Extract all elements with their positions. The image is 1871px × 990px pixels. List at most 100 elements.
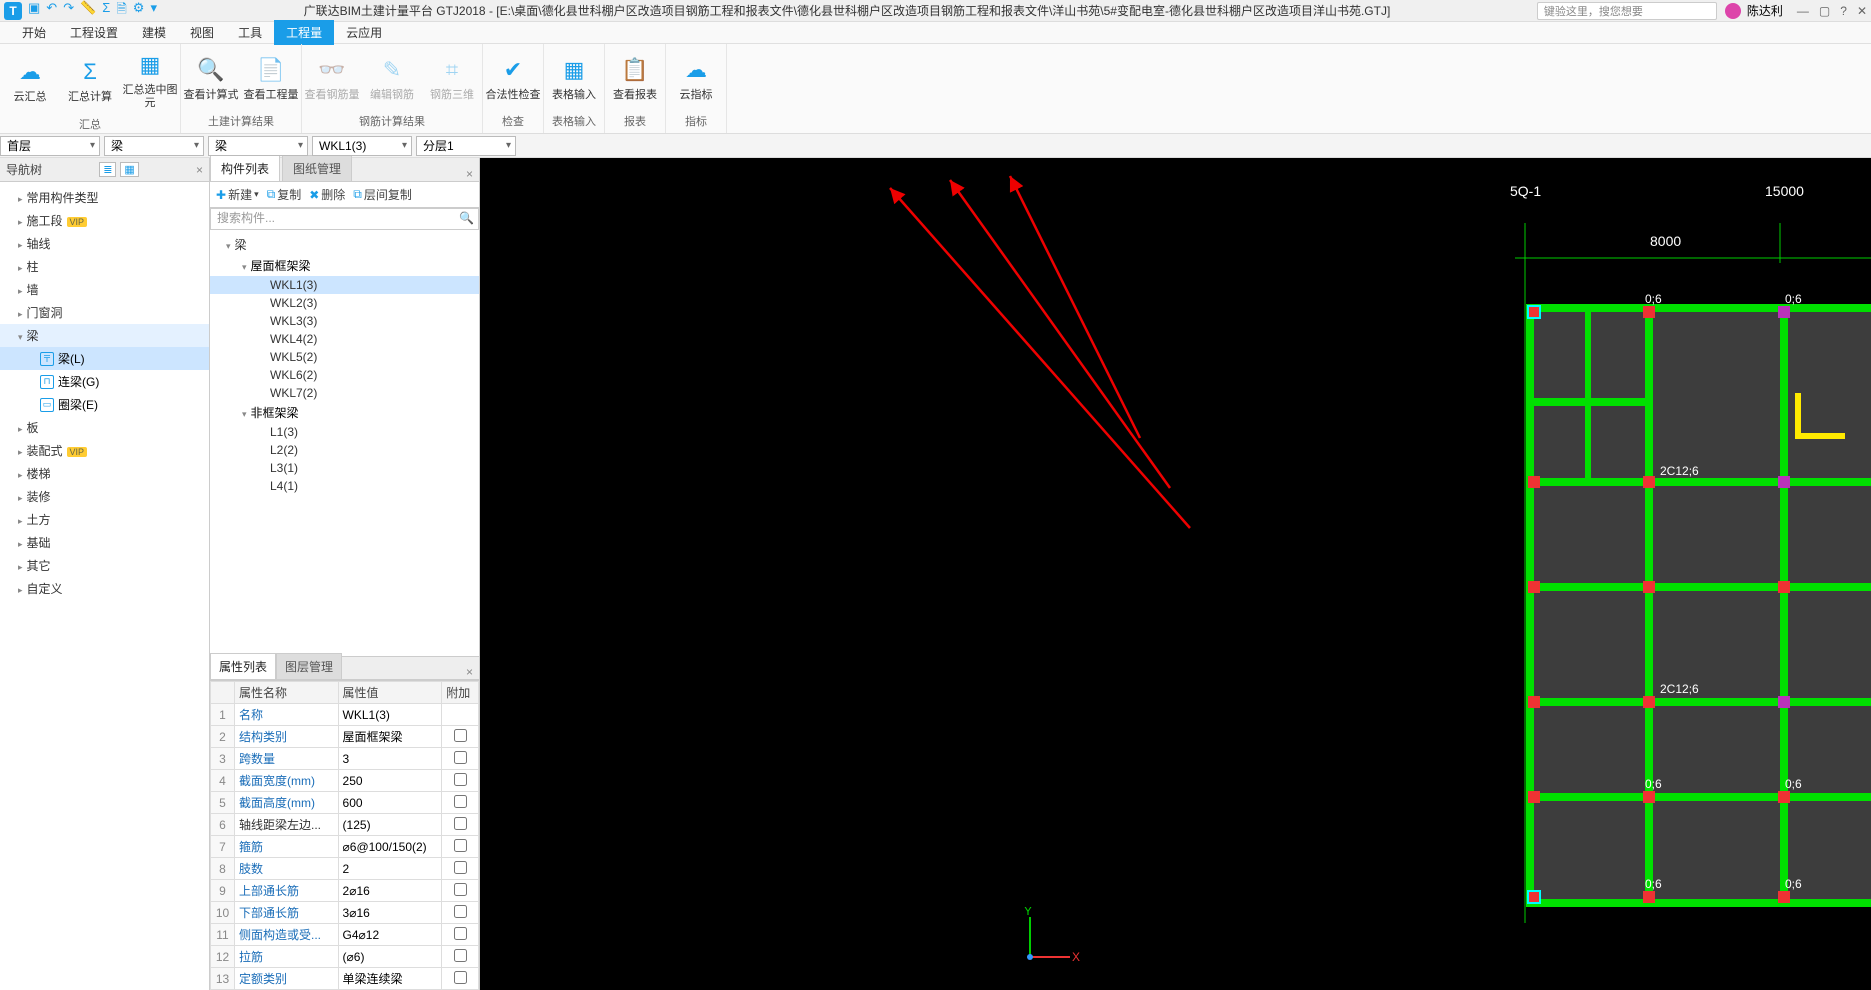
category-select[interactable]: 梁 (104, 136, 204, 156)
ribbon-btn-查看报表[interactable]: 📋查看报表 (605, 49, 665, 106)
menu-工具[interactable]: 工具 (226, 20, 274, 45)
prop-value[interactable]: (125) (338, 814, 442, 836)
tree-item-WKL2(3)[interactable]: WKL2(3) (210, 294, 479, 312)
nav-cat-板[interactable]: 板 (0, 416, 209, 439)
ribbon-btn-合法性检查[interactable]: ✔合法性检查 (483, 49, 543, 106)
avatar[interactable] (1725, 3, 1741, 19)
prop-row[interactable]: 12拉筋(⌀6) (211, 946, 479, 968)
nav-cat-自定义[interactable]: 自定义 (0, 577, 209, 600)
ribbon-btn-表格输入[interactable]: ▦表格输入 (544, 49, 604, 106)
prop-row[interactable]: 4截面宽度(mm)250 (211, 770, 479, 792)
nav-item-梁(L)[interactable]: 〒梁(L) (0, 347, 209, 370)
quick-doc-icon[interactable]: 🗎 (116, 0, 126, 22)
toolbar-删除[interactable]: ✖删除 (309, 186, 345, 203)
nav-cat-施工段[interactable]: 施工段VIP (0, 209, 209, 232)
tab-component-list[interactable]: 构件列表 (210, 155, 280, 181)
quick-redo-icon[interactable]: ↷ (63, 0, 74, 22)
menu-工程量[interactable]: 工程量 (274, 20, 334, 45)
tree-group-非框架梁[interactable]: 非框架梁 (210, 402, 479, 423)
prop-extra-checkbox[interactable] (442, 748, 479, 770)
quick-settings-icon[interactable]: ⚙ (133, 0, 145, 22)
prop-extra-checkbox[interactable] (442, 902, 479, 924)
prop-extra-checkbox[interactable] (442, 770, 479, 792)
quick-save-icon[interactable]: ▣ (28, 0, 40, 22)
ribbon-btn-云汇总[interactable]: ☁云汇总 (0, 51, 60, 108)
tree-item-WKL4(2)[interactable]: WKL4(2) (210, 330, 479, 348)
nav-cat-楼梯[interactable]: 楼梯 (0, 462, 209, 485)
nav-cat-墙[interactable]: 墙 (0, 278, 209, 301)
prop-value[interactable]: 2⌀16 (338, 880, 442, 902)
nav-cat-常用构件类型[interactable]: 常用构件类型 (0, 186, 209, 209)
nav-cat-装配式[interactable]: 装配式VIP (0, 439, 209, 462)
close-icon[interactable]: ✕ (1857, 4, 1867, 18)
tree-item-WKL1(3)[interactable]: WKL1(3) (210, 276, 479, 294)
prop-extra-checkbox[interactable] (442, 858, 479, 880)
tree-item-WKL3(3)[interactable]: WKL3(3) (210, 312, 479, 330)
layer-select[interactable]: 分层1 (416, 136, 516, 156)
component-panel-close-icon[interactable]: × (460, 167, 479, 181)
tab-layer-mgmt[interactable]: 图层管理 (276, 653, 342, 679)
prop-value[interactable]: WKL1(3) (338, 704, 442, 726)
tree-item-WKL6(2)[interactable]: WKL6(2) (210, 366, 479, 384)
tree-item-L3(1)[interactable]: L3(1) (210, 459, 479, 477)
tree-item-WKL7(2)[interactable]: WKL7(2) (210, 384, 479, 402)
subcategory-select[interactable]: 梁 (208, 136, 308, 156)
menu-建模[interactable]: 建模 (130, 20, 178, 45)
prop-extra-checkbox[interactable] (442, 836, 479, 858)
help-icon[interactable]: ? (1840, 4, 1847, 18)
prop-extra-checkbox[interactable] (442, 968, 479, 990)
prop-value[interactable]: ⌀6@100/150(2) (338, 836, 442, 858)
prop-value[interactable]: (⌀6) (338, 946, 442, 968)
nav-cat-基础[interactable]: 基础 (0, 531, 209, 554)
tab-drawing-mgmt[interactable]: 图纸管理 (282, 155, 352, 181)
menu-工程设置[interactable]: 工程设置 (58, 20, 130, 45)
toolbar-复制[interactable]: ⧉复制 (267, 186, 302, 203)
prop-value[interactable]: 600 (338, 792, 442, 814)
menu-开始[interactable]: 开始 (10, 20, 58, 45)
nav-item-圈梁(E)[interactable]: ▭圈梁(E) (0, 393, 209, 416)
prop-extra-checkbox[interactable] (442, 704, 479, 726)
minimize-icon[interactable]: — (1797, 4, 1809, 18)
tree-root[interactable]: 梁 (210, 234, 479, 255)
menu-云应用[interactable]: 云应用 (334, 20, 394, 45)
tree-item-L2(2)[interactable]: L2(2) (210, 441, 479, 459)
nav-item-连梁(G)[interactable]: ⊓连梁(G) (0, 370, 209, 393)
username[interactable]: 陈达利 (1747, 2, 1783, 19)
ribbon-btn-汇总选中图元[interactable]: ▦汇总选中图元 (120, 44, 180, 114)
tab-properties[interactable]: 属性列表 (210, 653, 276, 679)
quick-ruler-icon[interactable]: 📏 (80, 0, 96, 22)
nav-cat-其它[interactable]: 其它 (0, 554, 209, 577)
menu-视图[interactable]: 视图 (178, 20, 226, 45)
nav-close-icon[interactable]: × (196, 163, 203, 177)
prop-row[interactable]: 6轴线距梁左边...(125) (211, 814, 479, 836)
prop-extra-checkbox[interactable] (442, 946, 479, 968)
prop-row[interactable]: 10下部通长筋3⌀16 (211, 902, 479, 924)
component-select[interactable]: WKL1(3) (312, 136, 412, 156)
prop-value[interactable]: 屋面框架梁 (338, 726, 442, 748)
prop-extra-checkbox[interactable] (442, 814, 479, 836)
ribbon-btn-查看计算式[interactable]: 🔍查看计算式 (181, 49, 241, 106)
prop-value[interactable]: 3⌀16 (338, 902, 442, 924)
ribbon-btn-查看工程量[interactable]: 📄查看工程量 (241, 49, 301, 106)
nav-cat-门窗洞[interactable]: 门窗洞 (0, 301, 209, 324)
tree-group-屋面框架梁[interactable]: 屋面框架梁 (210, 255, 479, 276)
prop-value[interactable]: 250 (338, 770, 442, 792)
nav-view-list-icon[interactable]: ≣ (99, 162, 116, 177)
nav-view-grid-icon[interactable]: ▦ (120, 162, 138, 177)
prop-row[interactable]: 11侧面构造或受...G4⌀12 (211, 924, 479, 946)
prop-row[interactable]: 13定额类别单梁连续梁 (211, 968, 479, 990)
prop-row[interactable]: 2结构类别屋面框架梁 (211, 726, 479, 748)
prop-value[interactable]: 3 (338, 748, 442, 770)
tree-item-WKL5(2)[interactable]: WKL5(2) (210, 348, 479, 366)
prop-row[interactable]: 3跨数量3 (211, 748, 479, 770)
prop-extra-checkbox[interactable] (442, 924, 479, 946)
ribbon-btn-云指标[interactable]: ☁云指标 (666, 49, 726, 106)
nav-cat-土方[interactable]: 土方 (0, 508, 209, 531)
prop-value[interactable]: 2 (338, 858, 442, 880)
global-search-input[interactable]: 键验这里，搜您想要 (1537, 2, 1717, 20)
nav-cat-梁[interactable]: 梁 (0, 324, 209, 347)
toolbar-新建[interactable]: ✚新建 ▾ (216, 186, 259, 203)
drawing-canvas[interactable]: 5Q-1 15000 5Q-3 8000 7900 5Q-C 5Q-B 5Q-A… (480, 158, 1871, 990)
component-search-input[interactable]: 搜索构件... (210, 208, 479, 230)
tree-item-L4(1)[interactable]: L4(1) (210, 477, 479, 495)
